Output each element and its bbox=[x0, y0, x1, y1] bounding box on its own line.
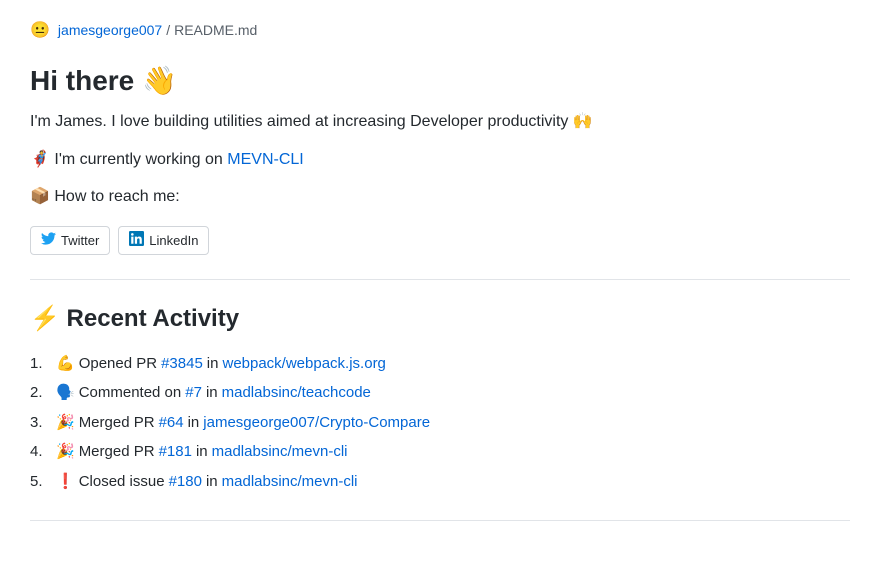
twitter-label: Twitter bbox=[61, 233, 99, 248]
main-container: 😐 jamesgeorge007 / README.md Hi there 👋 … bbox=[0, 0, 880, 541]
activity-list: 1.💪 Opened PR #3845 in webpack/webpack.j… bbox=[30, 349, 850, 497]
activity-link[interactable]: #181 bbox=[159, 439, 192, 465]
repo-link[interactable]: jamesgeorge007/Crypto-Compare bbox=[203, 410, 430, 436]
twitter-button[interactable]: Twitter bbox=[30, 226, 110, 255]
item-emoji: 💪 bbox=[56, 351, 75, 377]
working-on-prefix: 🦸 I'm currently working on bbox=[30, 151, 227, 168]
breadcrumb-file: README.md bbox=[174, 22, 257, 38]
section-divider bbox=[30, 279, 850, 280]
item-emoji: 🗣️ bbox=[56, 380, 75, 406]
linkedin-icon bbox=[129, 231, 144, 250]
page-title: Hi there 👋 bbox=[30, 64, 850, 97]
item-number: 1. bbox=[30, 351, 52, 377]
twitter-icon bbox=[41, 231, 56, 250]
item-number: 4. bbox=[30, 439, 52, 465]
item-number: 5. bbox=[30, 469, 52, 495]
item-emoji: 🎉 bbox=[56, 410, 75, 436]
repo-link[interactable]: madlabsinc/mevn-cli bbox=[212, 439, 348, 465]
list-item: 3.🎉 Merged PR #64 in jamesgeorge007/Cryp… bbox=[30, 408, 850, 438]
repo-link[interactable]: madlabsinc/teachcode bbox=[222, 380, 371, 406]
social-buttons-container: Twitter LinkedIn bbox=[30, 226, 850, 255]
item-number: 2. bbox=[30, 380, 52, 406]
repo-link[interactable]: madlabsinc/mevn-cli bbox=[222, 469, 358, 495]
list-item: 1.💪 Opened PR #3845 in webpack/webpack.j… bbox=[30, 349, 850, 379]
reach-me-line: 📦 How to reach me: bbox=[30, 184, 850, 210]
breadcrumb: 😐 jamesgeorge007 / README.md bbox=[30, 20, 850, 40]
list-item: 5.❗ Closed issue #180 in madlabsinc/mevn… bbox=[30, 467, 850, 497]
recent-activity-section: ⚡ Recent Activity 1.💪 Opened PR #3845 in… bbox=[30, 304, 850, 497]
activity-link[interactable]: #3845 bbox=[161, 351, 203, 377]
activity-link[interactable]: #7 bbox=[185, 380, 202, 406]
list-item: 2.🗣️ Commented on #7 in madlabsinc/teach… bbox=[30, 378, 850, 408]
breadcrumb-separator: / bbox=[166, 22, 170, 38]
list-item: 4.🎉 Merged PR #181 in madlabsinc/mevn-cl… bbox=[30, 437, 850, 467]
linkedin-label: LinkedIn bbox=[149, 233, 198, 248]
breadcrumb-user-link[interactable]: jamesgeorge007 bbox=[58, 22, 162, 38]
item-emoji: ❗ bbox=[56, 469, 75, 495]
item-number: 3. bbox=[30, 410, 52, 436]
activity-link[interactable]: #180 bbox=[169, 469, 202, 495]
intro-description: I'm James. I love building utilities aim… bbox=[30, 109, 850, 135]
working-on-line: 🦸 I'm currently working on MEVN-CLI bbox=[30, 147, 850, 173]
recent-activity-heading: ⚡ Recent Activity bbox=[30, 304, 850, 333]
repo-link[interactable]: webpack/webpack.js.org bbox=[222, 351, 385, 377]
activity-link[interactable]: #64 bbox=[159, 410, 184, 436]
item-emoji: 🎉 bbox=[56, 439, 75, 465]
intro-section: Hi there 👋 I'm James. I love building ut… bbox=[30, 64, 850, 210]
bottom-divider bbox=[30, 520, 850, 521]
linkedin-button[interactable]: LinkedIn bbox=[118, 226, 209, 255]
mevn-cli-link[interactable]: MEVN-CLI bbox=[227, 151, 303, 168]
user-icon: 😐 bbox=[30, 20, 50, 40]
